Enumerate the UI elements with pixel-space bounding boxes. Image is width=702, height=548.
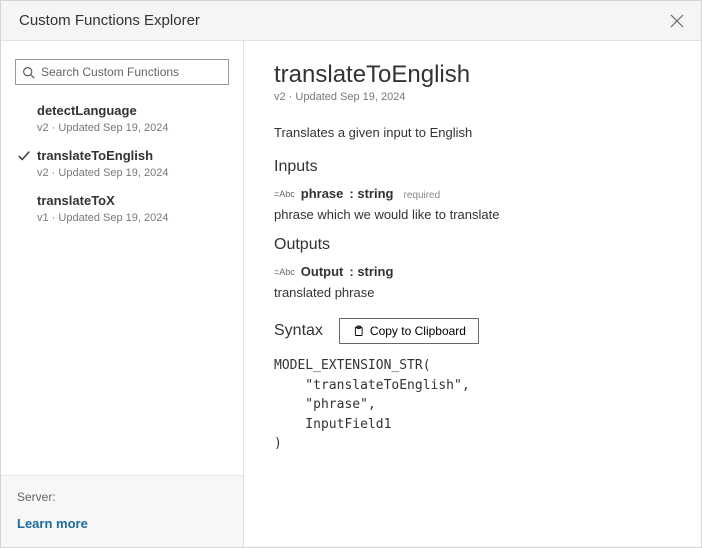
server-label: Server: xyxy=(17,490,227,504)
string-type-icon: =Abc xyxy=(274,189,295,199)
input-param-row: =Abc phrase : string required xyxy=(274,186,675,201)
close-button[interactable] xyxy=(667,11,687,31)
input-param-name: phrase xyxy=(301,186,344,201)
output-param-row: =Abc Output : string xyxy=(274,264,675,279)
search-field[interactable] xyxy=(15,59,229,85)
detail-meta: v2 · Updated Sep 19, 2024 xyxy=(274,91,675,103)
search-icon xyxy=(22,66,35,79)
function-name: translateToEnglish xyxy=(37,148,225,165)
syntax-row: Syntax Copy to Clipboard xyxy=(274,318,675,344)
function-item-translatetoenglish[interactable]: translateToEnglish v2 · Updated Sep 19, … xyxy=(15,142,229,187)
dialog-title: Custom Functions Explorer xyxy=(19,12,200,29)
detail-description: Translates a given input to English xyxy=(274,125,675,140)
function-meta: v2 · Updated Sep 19, 2024 xyxy=(37,167,225,179)
checkmark-icon xyxy=(17,149,31,163)
search-input[interactable] xyxy=(35,65,222,79)
sidebar-footer: Server: Learn more xyxy=(1,475,243,547)
function-name: detectLanguage xyxy=(37,103,225,120)
output-param-desc: translated phrase xyxy=(274,285,675,300)
output-param-name: Output xyxy=(301,264,344,279)
learn-more-link[interactable]: Learn more xyxy=(17,516,227,531)
input-param-required: required xyxy=(403,190,440,201)
function-item-detectlanguage[interactable]: detectLanguage v2 · Updated Sep 19, 2024 xyxy=(15,97,229,142)
function-meta: v1 · Updated Sep 19, 2024 xyxy=(37,212,225,224)
detail-panel: translateToEnglish v2 · Updated Sep 19, … xyxy=(244,41,701,547)
function-item-translatetox[interactable]: translateToX v1 · Updated Sep 19, 2024 xyxy=(15,187,229,232)
input-param-desc: phrase which we would like to translate xyxy=(274,207,675,222)
sidebar-content: detectLanguage v2 · Updated Sep 19, 2024… xyxy=(1,41,243,475)
dialog-header: Custom Functions Explorer xyxy=(1,1,701,41)
function-name: translateToX xyxy=(37,193,225,210)
string-type-icon: =Abc xyxy=(274,267,295,277)
outputs-heading: Outputs xyxy=(274,236,675,254)
clipboard-icon xyxy=(352,325,364,337)
function-meta: v2 · Updated Sep 19, 2024 xyxy=(37,122,225,134)
copy-button-label: Copy to Clipboard xyxy=(370,324,466,338)
inputs-heading: Inputs xyxy=(274,158,675,176)
syntax-code: MODEL_EXTENSION_STR( "translateToEnglish… xyxy=(274,356,675,454)
syntax-heading: Syntax xyxy=(274,322,323,340)
close-icon xyxy=(670,14,684,28)
copy-to-clipboard-button[interactable]: Copy to Clipboard xyxy=(339,318,479,344)
input-param-type: : string xyxy=(349,186,393,201)
sidebar: detectLanguage v2 · Updated Sep 19, 2024… xyxy=(1,41,244,547)
detail-title: translateToEnglish xyxy=(274,61,675,89)
dialog-body: detectLanguage v2 · Updated Sep 19, 2024… xyxy=(1,41,701,547)
output-param-type: : string xyxy=(349,264,393,279)
